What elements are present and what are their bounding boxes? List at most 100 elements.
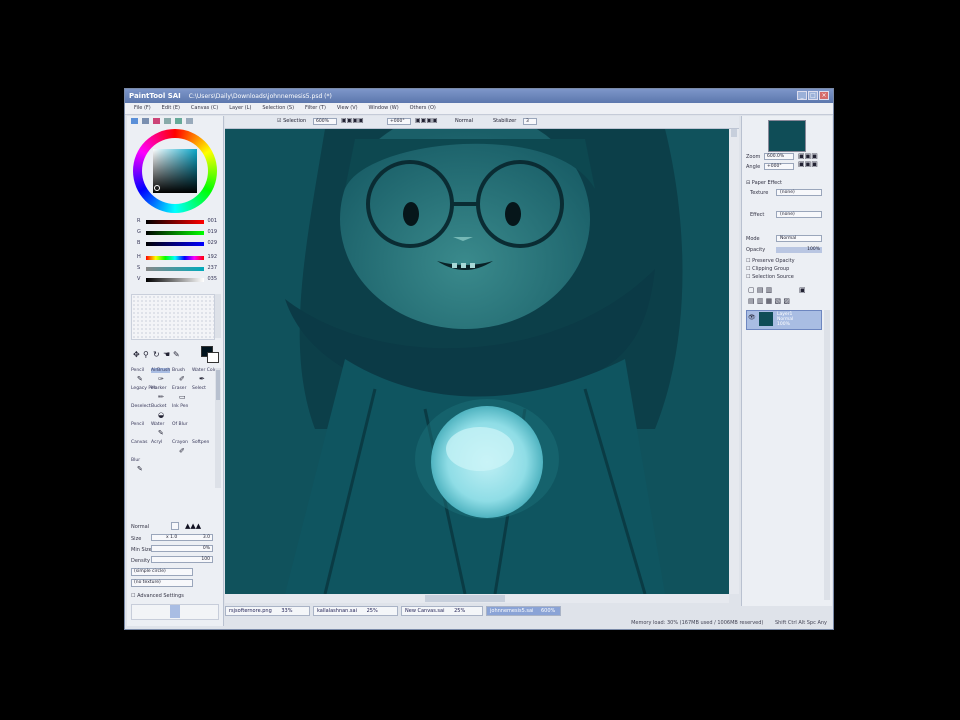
modifier-keys: Shift Ctrl Alt Spc Any (774, 620, 827, 626)
tool-airbrush[interactable]: AirBrush (151, 368, 171, 373)
menu-selection[interactable]: Selection (S) (262, 105, 294, 111)
slider-hue[interactable]: H 192 (137, 254, 217, 262)
layer-row[interactable]: 👁 Layer1 Normal 100% (746, 310, 822, 330)
nav-zoom-field[interactable]: 600.0% (764, 153, 794, 160)
tool-blur[interactable]: Of Blur (172, 422, 188, 427)
tool-select[interactable]: Select (192, 386, 206, 391)
eyedropper-icon[interactable]: ✎ (173, 350, 180, 359)
brush-shape-presets[interactable]: ▲▲▲ (185, 522, 201, 530)
nav-angle-field[interactable]: +000° (764, 163, 794, 170)
brush-tool-grid: Pencil AirBrush Brush Water Color Legacy… (131, 368, 218, 488)
close-button[interactable]: × (819, 91, 829, 100)
tool-ink-pen[interactable]: Ink Pen (172, 404, 188, 409)
min-size-slider[interactable]: 0% (151, 545, 213, 552)
tab-kallalashnan[interactable]: kallalashnan.sai 25% (313, 606, 398, 616)
minimize-button[interactable]: _ (797, 91, 807, 100)
density-slider[interactable]: 100 (151, 556, 213, 563)
rotate-icon[interactable]: ↻ (153, 350, 160, 359)
tool-crayon[interactable]: Crayon (172, 440, 188, 445)
brush-shape-dropdown[interactable]: (simple circle) (131, 568, 193, 576)
tool-marker[interactable]: Marker (151, 386, 167, 391)
menu-layer[interactable]: Layer (L) (229, 105, 251, 111)
layer-mode-dropdown[interactable]: Normal (776, 235, 822, 242)
title-bar: PaintTool SAI C:\Users\Daily\Downloads\j… (125, 89, 833, 103)
clipping-group-checkbox[interactable]: ☐ Clipping Group (746, 266, 789, 272)
menu-others[interactable]: Others (O) (410, 105, 436, 111)
tool-eraser[interactable]: Eraser (172, 386, 186, 391)
scratch-pad-scrollbar[interactable] (215, 294, 221, 338)
brush-size-presets[interactable] (131, 604, 219, 620)
slider-red[interactable]: R 001 (137, 218, 217, 226)
texture-dropdown[interactable]: (none) (776, 189, 822, 196)
zoom-icon[interactable]: ⚲ (143, 350, 149, 359)
blend-mode-dropdown[interactable] (171, 522, 179, 530)
crayon-icon: ✐ (179, 447, 185, 455)
nav-zoom-label: Zoom (746, 154, 761, 160)
navigator-preview[interactable] (768, 120, 806, 152)
stabilizer-label: Stabilizer (493, 118, 517, 124)
hand-icon[interactable]: ☚ (163, 350, 170, 359)
tool-softpen[interactable]: Softpen (192, 440, 209, 445)
zoom-dropdown[interactable]: 600% (313, 118, 337, 125)
eye-icon[interactable]: 👁 (748, 314, 756, 321)
preserve-opacity-checkbox[interactable]: ☐ Preserve Opacity (746, 258, 795, 264)
tool-blur-2[interactable]: Blur (131, 458, 140, 463)
color-wheel[interactable] (133, 129, 217, 213)
layer-buttons[interactable]: ▢ ▤ ▥ ▣ (748, 286, 806, 294)
collapse-icon[interactable]: ⊟ (746, 180, 750, 186)
app-name: PaintTool SAI (129, 92, 181, 100)
selection-source-checkbox[interactable]: ☐ Selection Source (746, 274, 794, 280)
drawing-canvas[interactable] (225, 129, 729, 594)
tab-johnnemesis5[interactable]: johnnemesis5.sai 600% (486, 606, 561, 616)
tool-pencil-2[interactable]: Pencil (131, 422, 144, 427)
maximize-button[interactable]: □ (808, 91, 818, 100)
tool-bucket[interactable]: Bucket (151, 404, 166, 409)
advanced-settings-toggle[interactable]: ☐ Advanced Settings (131, 593, 184, 599)
menu-filter[interactable]: Filter (T) (305, 105, 326, 111)
zoom-buttons[interactable]: ▣▣▣▣ (341, 117, 364, 124)
move-icon[interactable]: ✥ (133, 350, 140, 359)
layer-actions[interactable]: ▤ ▥ ▦ ▧ ▨ (748, 297, 790, 305)
bucket-icon: ◒ (158, 411, 165, 419)
effect-dropdown[interactable]: (none) (776, 211, 822, 218)
tool-water[interactable]: Water (151, 422, 164, 427)
menu-file[interactable]: File (F) (134, 105, 151, 111)
rotate-buttons[interactable]: ▣▣▣▣ (415, 117, 438, 124)
stabilizer-dropdown[interactable]: 3 (523, 118, 537, 125)
menu-view[interactable]: View (V) (337, 105, 358, 111)
menu-canvas[interactable]: Canvas (C) (191, 105, 218, 111)
brush-texture-dropdown[interactable]: (no texture) (131, 579, 193, 587)
size-slider[interactable]: x 1.0 3.0 (151, 534, 213, 541)
slider-green[interactable]: G 019 (137, 229, 217, 237)
color-panel-tabs[interactable] (131, 118, 221, 126)
tool-canvas[interactable]: Canvas (131, 440, 148, 445)
menu-edit[interactable]: Edit (E) (162, 105, 180, 111)
scratch-pad[interactable] (131, 294, 215, 340)
tab-rsjsofternore[interactable]: rsjsofternore.png 33% (225, 606, 310, 616)
effect-label: Effect (750, 212, 765, 218)
tool-brush[interactable]: Brush (172, 368, 185, 373)
left-panel: R 001 G 019 B 029 H 192 S 237 V 035 ✥ ⚲ … (127, 116, 224, 626)
tool-pencil[interactable]: Pencil (131, 368, 144, 373)
slider-value[interactable]: V 035 (137, 276, 217, 284)
layer-list-scrollbar[interactable] (824, 310, 830, 600)
secondary-color-swatch[interactable] (207, 352, 219, 363)
canvas-vertical-scrollbar[interactable] (729, 129, 739, 594)
selection-checkbox[interactable]: ☑ Selection (277, 118, 306, 124)
tool-grid-scrollbar[interactable] (215, 368, 221, 488)
nav-buttons[interactable]: ▣▣▣ ▣▣▣ (798, 152, 818, 168)
menu-window[interactable]: Window (W) (369, 105, 399, 111)
tab-new-canvas[interactable]: New Canvas.sai 25% (401, 606, 483, 616)
opacity-slider[interactable]: 100% (776, 247, 822, 253)
nav-angle-label: Angle (746, 164, 761, 170)
memory-status: Memory load: 30% (167MB used / 1006MB re… (631, 620, 764, 626)
tool-acryl[interactable]: Acryl (151, 440, 162, 445)
paper-effect-header: ⊟ Paper Effect (746, 180, 782, 186)
canvas-horizontal-scrollbar[interactable] (225, 594, 729, 603)
slider-blue[interactable]: B 029 (137, 240, 217, 248)
selection-tools[interactable]: ✥ ⚲ ↻ ☚ ✎ (131, 346, 201, 360)
slider-saturation[interactable]: S 237 (137, 265, 217, 273)
size-label: Size (131, 536, 142, 542)
angle-dropdown[interactable]: +000° (387, 118, 411, 125)
tool-deselect[interactable]: Deselect (131, 404, 151, 409)
